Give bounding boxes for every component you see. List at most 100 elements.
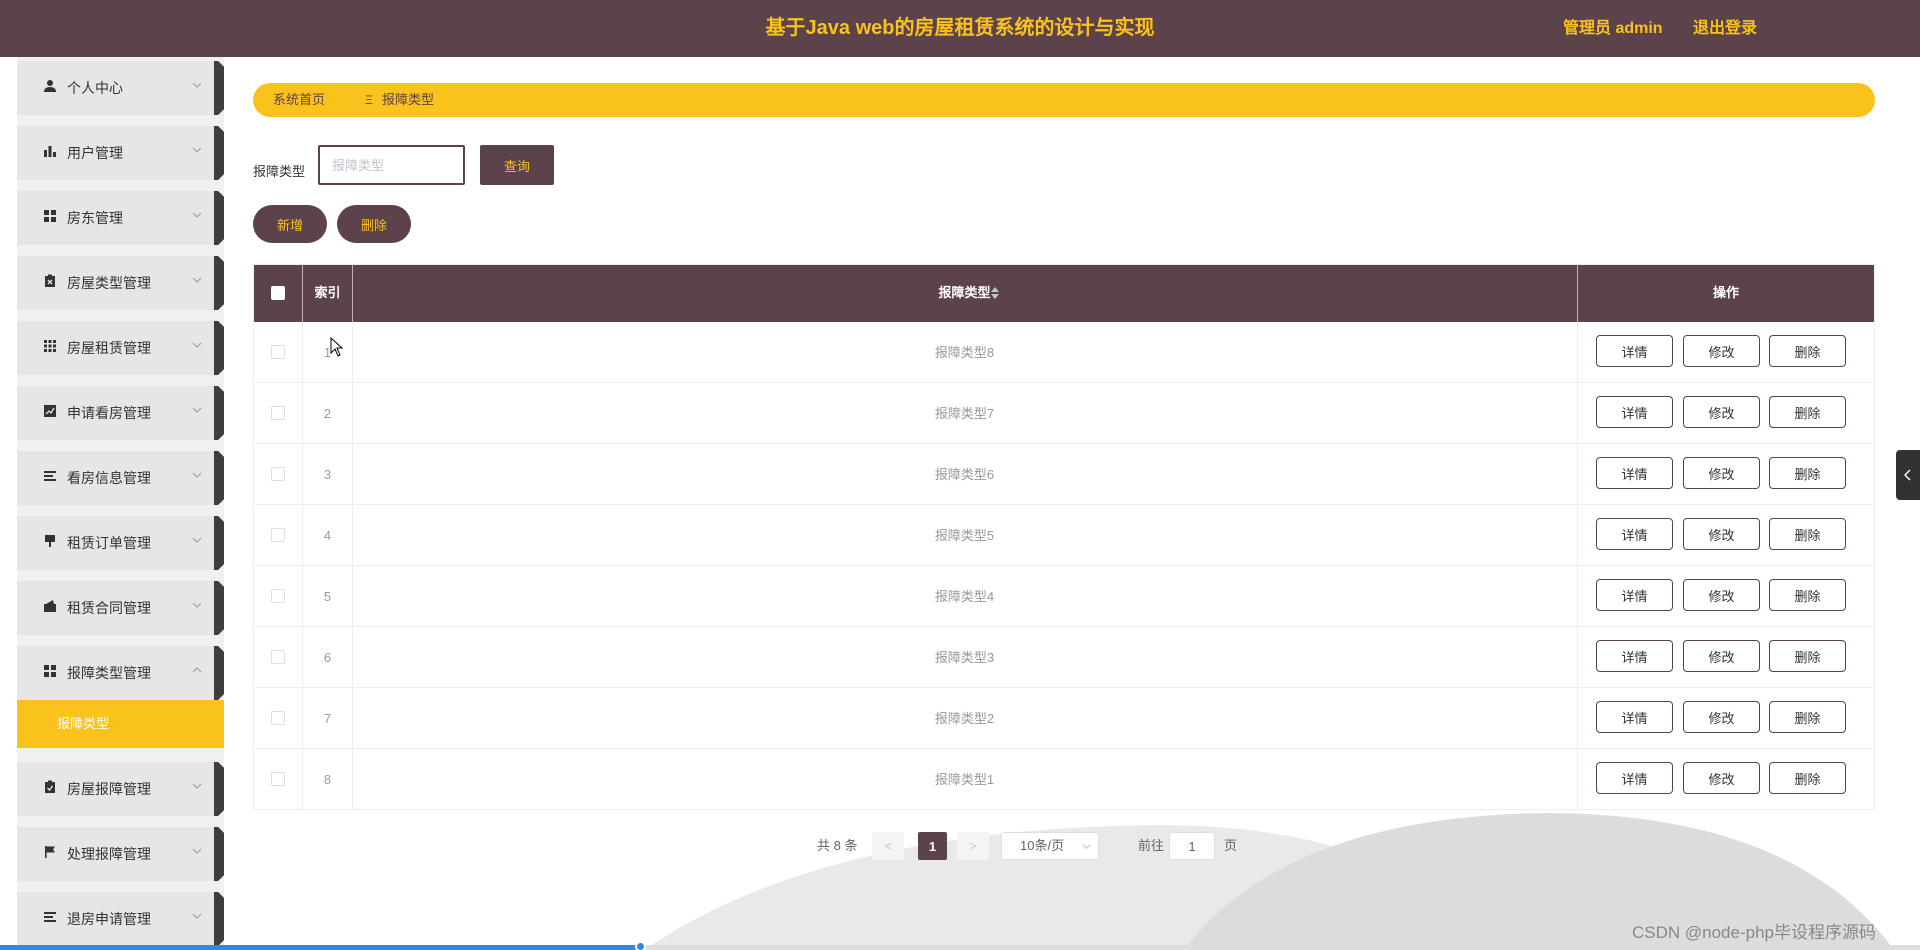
delete-button[interactable]: 删除 (1769, 640, 1846, 672)
sidebar-item-rental-contract-management[interactable]: 租赁合同管理 (17, 581, 224, 635)
line-chart-icon (44, 405, 56, 417)
table-row: 5 报障类型4 详情 修改 删除 (253, 566, 1875, 627)
row-checkbox[interactable] (271, 528, 285, 542)
sidebar: 个人中心 用户管理 房东管理 房屋类型管理 房屋租赁管理 申请看房管理 看房信息… (17, 57, 224, 950)
sidebar-item-house-fault-management[interactable]: 房屋报障管理 (17, 762, 224, 816)
top-bar: 基于Java web的房屋租赁系统的设计与实现 管理员 admin 退出登录 (0, 0, 1920, 57)
grid-icon (44, 210, 56, 222)
sort-icon[interactable] (991, 287, 999, 299)
column-header-index: 索引 (314, 285, 341, 300)
search-input[interactable] (318, 145, 465, 185)
edit-button[interactable]: 修改 (1683, 457, 1760, 489)
chevron-down-icon (192, 82, 202, 88)
edit-button[interactable]: 修改 (1683, 335, 1760, 367)
grid-icon (44, 665, 56, 677)
sidebar-item-label: 申请看房管理 (67, 405, 151, 421)
delete-button[interactable]: 删除 (1769, 457, 1846, 489)
column-header-type[interactable]: 报障类型 (352, 264, 1577, 322)
chevron-left-icon (1904, 469, 1911, 481)
sidebar-item-user-management[interactable]: 用户管理 (17, 126, 224, 180)
row-checkbox[interactable] (271, 345, 285, 359)
chevron-down-icon (192, 537, 202, 543)
row-checkbox[interactable] (271, 589, 285, 603)
row-index: 5 (323, 589, 332, 604)
row-checkbox[interactable] (271, 711, 285, 725)
sidebar-item-landlord-management[interactable]: 房东管理 (17, 191, 224, 245)
goto-page-input[interactable] (1169, 832, 1215, 860)
detail-button[interactable]: 详情 (1596, 640, 1673, 672)
breadcrumb-home-link[interactable]: 系统首页 (273, 83, 325, 117)
chevron-down-icon (1082, 844, 1091, 850)
delete-button[interactable]: 删除 (1769, 579, 1846, 611)
logout-link[interactable]: 退出登录 (1693, 0, 1757, 57)
sidebar-item-checkout-request-management[interactable]: 退房申请管理 (17, 892, 224, 946)
add-button[interactable]: 新增 (253, 205, 327, 243)
sidebar-item-personal-center[interactable]: 个人中心 (17, 61, 224, 115)
row-fault-type: 报障类型8 (934, 345, 995, 360)
delete-button[interactable]: 删除 (1769, 396, 1846, 428)
row-fault-type: 报障类型6 (934, 467, 995, 482)
row-checkbox[interactable] (271, 406, 285, 420)
page-number-button[interactable]: 1 (918, 832, 947, 860)
row-checkbox[interactable] (271, 650, 285, 664)
bulk-delete-button[interactable]: 删除 (337, 205, 411, 243)
sidebar-item-viewing-info-management[interactable]: 看房信息管理 (17, 451, 224, 505)
side-panel-toggle[interactable] (1896, 450, 1920, 500)
sidebar-item-house-type-management[interactable]: 房屋类型管理 (17, 256, 224, 310)
select-all-checkbox[interactable] (271, 286, 285, 300)
sidebar-item-viewing-request-management[interactable]: 申请看房管理 (17, 386, 224, 440)
detail-button[interactable]: 详情 (1596, 335, 1673, 367)
detail-button[interactable]: 详情 (1596, 518, 1673, 550)
chevron-down-icon (192, 913, 202, 919)
row-index: 2 (323, 406, 332, 421)
edit-button[interactable]: 修改 (1683, 518, 1760, 550)
row-checkbox[interactable] (271, 467, 285, 481)
page-size-select[interactable]: 10条/页 (1001, 832, 1099, 860)
chevron-down-icon (192, 277, 202, 283)
sidebar-item-fault-type-management[interactable]: 报障类型管理 (17, 646, 224, 700)
edit-button[interactable]: 修改 (1683, 579, 1760, 611)
delete-button[interactable]: 删除 (1769, 335, 1846, 367)
row-index: 3 (323, 467, 332, 482)
page-unit-label: 页 (1224, 838, 1238, 853)
bar-chart-icon (44, 146, 56, 157)
edit-button[interactable]: 修改 (1683, 640, 1760, 672)
sidebar-item-house-rental-management[interactable]: 房屋租赁管理 (17, 321, 224, 375)
sidebar-item-fault-handling-management[interactable]: 处理报障管理 (17, 827, 224, 881)
edit-button[interactable]: 修改 (1683, 701, 1760, 733)
clipboard-check-icon (45, 780, 55, 793)
detail-button[interactable]: 详情 (1596, 762, 1673, 794)
page-load-progress-knob (635, 941, 646, 950)
sidebar-subitem-fault-type[interactable]: 报障类型 (17, 700, 224, 748)
row-index: 4 (323, 528, 332, 543)
row-index: 1 (323, 345, 332, 360)
edit-button[interactable]: 修改 (1683, 762, 1760, 794)
sidebar-item-rental-order-management[interactable]: 租赁订单管理 (17, 516, 224, 570)
delete-button[interactable]: 删除 (1769, 701, 1846, 733)
detail-button[interactable]: 详情 (1596, 701, 1673, 733)
delete-button[interactable]: 删除 (1769, 762, 1846, 794)
goto-label: 前往 (1138, 838, 1165, 853)
sidebar-item-label: 看房信息管理 (67, 470, 151, 486)
detail-button[interactable]: 详情 (1596, 396, 1673, 428)
sidebar-subitem-label: 报障类型 (57, 716, 110, 731)
row-checkbox[interactable] (271, 772, 285, 786)
sidebar-item-label: 租赁合同管理 (67, 600, 151, 616)
search-label: 报障类型 (253, 164, 306, 179)
sidebar-item-label: 房屋租赁管理 (67, 340, 151, 356)
next-page-button[interactable]: > (957, 832, 989, 860)
flag-icon (45, 846, 55, 858)
detail-button[interactable]: 详情 (1596, 579, 1673, 611)
row-fault-type: 报障类型1 (934, 772, 995, 787)
detail-button[interactable]: 详情 (1596, 457, 1673, 489)
row-fault-type: 报障类型2 (934, 711, 995, 726)
chevron-down-icon (192, 602, 202, 608)
chevron-up-icon (192, 667, 202, 673)
edit-button[interactable]: 修改 (1683, 396, 1760, 428)
prev-page-button[interactable]: < (872, 832, 904, 860)
query-button[interactable]: 查询 (480, 145, 554, 185)
breadcrumb-separator: Ξ (365, 93, 373, 107)
chevron-down-icon (192, 407, 202, 413)
list-icon (44, 912, 56, 922)
delete-button[interactable]: 删除 (1769, 518, 1846, 550)
